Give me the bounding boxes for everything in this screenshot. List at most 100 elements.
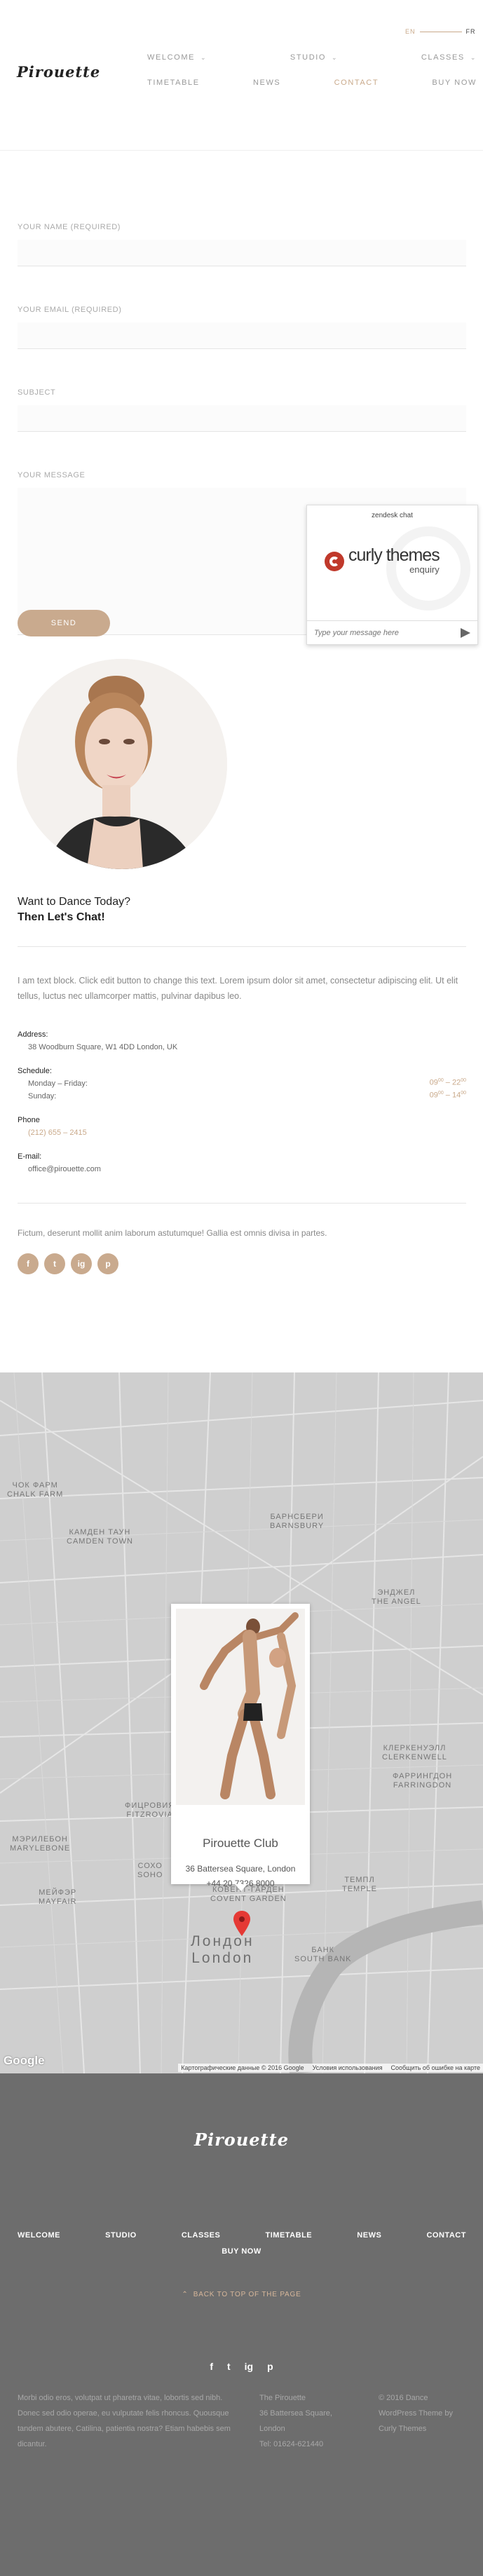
dancers-illustration [176, 1609, 305, 1805]
portrait-illustration [17, 659, 227, 869]
map-city-label: Лондон London [191, 1933, 254, 1967]
footer-contact-line: Tel: 01624-621440 [259, 2440, 324, 2448]
chat-brand: curly themes [348, 545, 440, 565]
map-label: ЭНДЖЕЛ THE ANGEL [372, 1588, 421, 1606]
chevron-down-icon: ⌄ [470, 54, 477, 61]
divider [18, 946, 466, 947]
send-button[interactable]: SEND [18, 610, 110, 636]
subject-label: SUBJECT [18, 388, 56, 397]
map-label: МЭРИЛЕБОН MARYLEBONE [10, 1835, 71, 1853]
sunday-close-hour: 14 [451, 1091, 461, 1100]
chat-message-input[interactable] [314, 628, 461, 637]
footer-nav: WELCOME STUDIO CLASSES TIMETABLE NEWS CO… [18, 2231, 466, 2240]
schedule-label: Schedule: [18, 1067, 52, 1075]
footer-contact-line: The Pirouette [259, 2394, 306, 2402]
map-label: БАРНСБЕРИ BARNSBURY [270, 1513, 325, 1530]
subject-field[interactable] [18, 405, 466, 432]
footer-copyright: © 2016 Dance WordPress Theme by Curly Th… [379, 2394, 453, 2433]
map-label: ЧОК ФАРМ CHALK FARM [7, 1481, 64, 1499]
phone-link[interactable]: (212) 655 – 2415 [28, 1129, 87, 1137]
footer-about: Morbi odio eros, volutpat ut pharetra vi… [18, 2394, 231, 2448]
email-link[interactable]: office@pirouette.com [28, 1165, 101, 1173]
footer-nav-welcome[interactable]: WELCOME [18, 2231, 60, 2240]
nav-item-timetable[interactable]: TIMETABLE [147, 79, 200, 87]
map-label: МЕЙФЭР MAYFAIR [39, 1888, 77, 1906]
nav-item-studio[interactable]: STUDIO ⌄ [290, 53, 338, 62]
phone-label: Phone [18, 1116, 40, 1124]
instagram-icon[interactable]: ig [245, 2361, 253, 2372]
schedule-weekdays-hours: 0900 – 2200 [429, 1078, 466, 1087]
email-label: YOUR EMAIL (REQUIRED) [18, 306, 122, 314]
footer-nav-buy-now[interactable]: BUY NOW [0, 2247, 483, 2256]
sunday-open-hour: 09 [429, 1091, 438, 1100]
chevron-up-icon: ⌃ [182, 2291, 189, 2298]
map-report-link[interactable]: Сообщить об ошибке на карте [391, 2064, 480, 2071]
footer-nav-news[interactable]: NEWS [357, 2231, 381, 2240]
city-en: London [191, 1950, 254, 1966]
language-switcher: EN FR [405, 28, 476, 35]
instagram-icon[interactable]: ig [71, 1253, 92, 1274]
facebook-icon[interactable]: f [18, 1253, 39, 1274]
footer-logo[interactable]: Pirouette [0, 2129, 483, 2150]
site-footer: Pirouette WELCOME STUDIO CLASSES TIMETAB… [0, 2073, 483, 2576]
weekdays-close-hour: 22 [451, 1078, 461, 1087]
nav-item-buy-now[interactable]: BUY NOW [432, 79, 477, 87]
lang-en[interactable]: EN [405, 28, 416, 35]
curly-themes-icon [325, 551, 344, 571]
map-label: СОХО SOHO [137, 1862, 163, 1879]
cta-line-2: Then Let's Chat! [18, 911, 105, 923]
back-to-top-link[interactable]: ⌃ BACK TO TOP OF THE PAGE [0, 2291, 483, 2298]
chat-logo: curly themes enquiry [325, 547, 440, 575]
twitter-icon[interactable]: t [44, 1253, 65, 1274]
footer-nav-contact[interactable]: CONTACT [426, 2231, 465, 2240]
email-field[interactable] [18, 322, 466, 349]
footer-contact-line: 36 Battersea Square, [259, 2409, 332, 2418]
back-to-top-label: BACK TO TOP OF THE PAGE [193, 2291, 301, 2298]
dancers-photo [176, 1609, 305, 1805]
sunday-close-min: 00 [461, 1091, 466, 1096]
map-label: ТЕМПЛ TEMPLE [342, 1876, 378, 1893]
lang-fr[interactable]: FR [466, 28, 476, 35]
footer-nav-timetable[interactable]: TIMETABLE [266, 2231, 313, 2240]
footer-columns: Morbi odio eros, volutpat ut pharetra vi… [18, 2390, 466, 2452]
nav-item-welcome[interactable]: WELCOME ⌄ [147, 53, 207, 62]
footer-nav-studio[interactable]: STUDIO [105, 2231, 137, 2240]
send-arrow-icon[interactable] [461, 627, 470, 638]
name-field[interactable] [18, 240, 466, 266]
nav-label: WELCOME [147, 53, 196, 62]
club-address: 36 Battersea Square, London [185, 1864, 296, 1874]
divider [18, 1203, 466, 1204]
social-links: f t ig p [18, 1253, 118, 1274]
location-map[interactable]: ЧОК ФАРМ CHALK FARM КАМДЕН ТАУН CAMDEN T… [0, 1372, 483, 2073]
footer-contact: The Pirouette 36 Battersea Square, Londo… [259, 2390, 379, 2452]
chevron-down-icon: ⌄ [332, 54, 339, 61]
footer-social-links: f t ig p [0, 2361, 483, 2372]
site-header: EN FR Pirouette WELCOME ⌄ STUDIO ⌄ CLASSES… [0, 0, 483, 151]
cta-line-1: Want to Dance Today? [18, 896, 130, 908]
pinterest-icon[interactable]: p [97, 1253, 118, 1274]
footer-nav-classes[interactable]: CLASSES [182, 2231, 220, 2240]
address-label: Address: [18, 1030, 48, 1039]
nav-item-contact[interactable]: CONTACT [334, 79, 379, 87]
chat-title: zendesk chat [372, 512, 413, 519]
name-label: YOUR NAME (REQUIRED) [18, 223, 121, 231]
map-terms-link[interactable]: Условия использования [313, 2064, 383, 2071]
map-pin-shape [233, 1911, 250, 1936]
chat-widget: zendesk chat curly themes enquiry [306, 505, 478, 645]
main-nav: WELCOME ⌄ STUDIO ⌄ CLASSES ⌄ TIMETABLE NEWS… [147, 53, 477, 104]
facebook-icon[interactable]: f [210, 2361, 213, 2372]
chat-sub: enquiry [409, 564, 440, 575]
map-terms-bar: Картографические данные © 2016 Google Ус… [178, 2064, 483, 2072]
sunday-open-min: 00 [437, 1091, 444, 1096]
twitter-icon[interactable]: t [227, 2361, 231, 2372]
google-logo: Google [4, 2054, 45, 2067]
cta-heading: Want to Dance Today? Then Let's Chat! [18, 894, 130, 925]
email-info-label: E-mail: [18, 1152, 42, 1161]
map-label: ФАРРИНГДОН FARRINGDON [393, 1772, 453, 1790]
site-logo[interactable]: Pirouette [17, 63, 100, 81]
intro-text: I am text block. Click edit button to ch… [18, 976, 458, 1001]
nav-item-news[interactable]: NEWS [253, 79, 280, 87]
pinterest-icon[interactable]: p [267, 2361, 273, 2372]
weekdays-close-min: 00 [461, 1078, 466, 1083]
nav-item-classes[interactable]: CLASSES ⌄ [421, 53, 477, 62]
